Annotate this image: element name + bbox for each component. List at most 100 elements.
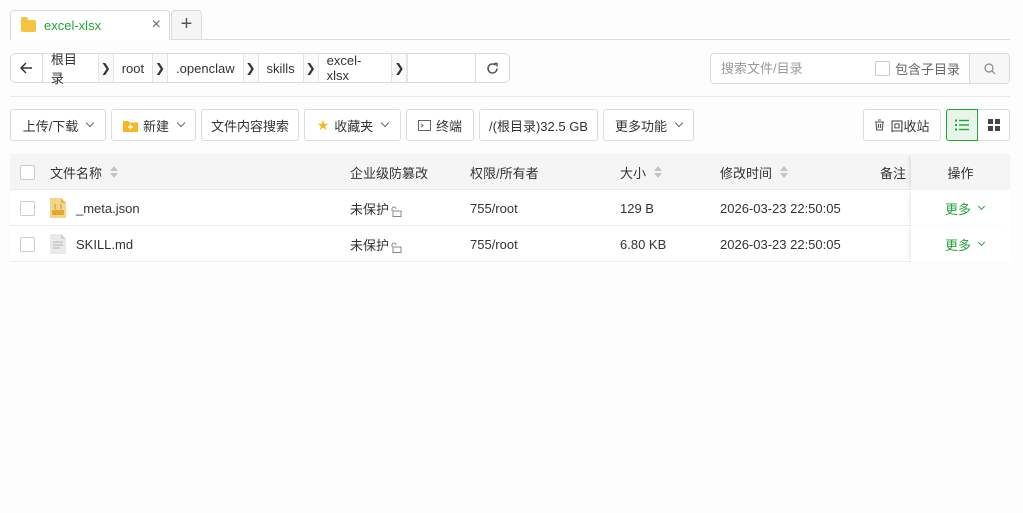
json-file-icon: { }: [50, 198, 66, 218]
terminal-button[interactable]: 终端: [406, 109, 474, 141]
header-perm: 权限/所有者: [470, 165, 539, 181]
chevron-down-icon: [176, 118, 186, 128]
select-all-cell: [20, 154, 40, 190]
include-subdir-checkbox[interactable]: [875, 61, 890, 76]
header-size-label: 大小: [620, 165, 647, 181]
tab-label: excel-xlsx: [44, 18, 102, 33]
mtime-cell: 2026-03-23 22:50:05: [720, 236, 841, 252]
size-cell: 6.80 KB: [620, 236, 667, 252]
add-tab-button[interactable]: +: [171, 10, 202, 40]
table-row[interactable]: { } _meta.json 未保护 755/root 129 B 2026-0…: [10, 190, 1010, 226]
breadcrumb-skills[interactable]: skills: [259, 54, 303, 82]
search-button[interactable]: [969, 54, 1009, 83]
refresh-icon: [487, 62, 498, 74]
folder-icon: [21, 16, 36, 32]
include-subdir-option[interactable]: 包含子目录: [875, 59, 960, 78]
list-view-button[interactable]: [946, 109, 978, 141]
recycle-bin-label: 回收站: [890, 118, 930, 134]
more-button[interactable]: 更多: [944, 235, 986, 254]
favorites-label: 收藏夹: [334, 118, 374, 134]
op-cell: 更多: [911, 190, 1010, 226]
table-row[interactable]: SKILL.md 未保护 755/root 6.80 KB 2026-03-23…: [10, 226, 1010, 262]
chevron-down-icon: [977, 238, 986, 247]
new-button[interactable]: 新建: [111, 109, 196, 141]
text-file-icon: [50, 234, 66, 254]
select-all-checkbox[interactable]: [20, 164, 35, 180]
svg-text:{ }: { }: [53, 204, 62, 210]
disk-button[interactable]: /(根目录)32.5 GB: [479, 109, 598, 141]
upload-download-label: 上传/下载: [22, 118, 79, 134]
tab-excel-xlsx[interactable]: excel-xlsx ×: [10, 10, 170, 41]
include-subdir-label: 包含子目录: [895, 62, 961, 77]
breadcrumb-root[interactable]: root: [114, 54, 152, 82]
header-mtime[interactable]: 修改时间: [720, 154, 789, 190]
grid-view-button[interactable]: [978, 109, 1010, 141]
row-select-cell: [20, 190, 40, 226]
path-bar: 根目录 ❯ root ❯ .openclaw ❯ skills ❯ excel-…: [10, 52, 510, 86]
terminal-icon: [417, 119, 431, 131]
file-name-cell[interactable]: { } _meta.json: [50, 190, 140, 226]
disk-label: /(根目录)32.5 GB: [489, 118, 588, 134]
mtime-cell: 2026-03-23 22:50:05: [720, 200, 841, 216]
favorites-button[interactable]: ★ 收藏夹: [304, 109, 401, 141]
header-tamper: 企业级防篡改: [350, 165, 429, 181]
file-name[interactable]: SKILL.md: [76, 237, 133, 252]
chevron-right-icon[interactable]: ❯: [152, 54, 169, 82]
more-label: 更多: [944, 201, 971, 217]
header-name-label: 文件名称: [50, 165, 103, 181]
row-select-cell: [20, 226, 40, 262]
content-search-label: 文件内容搜索: [210, 118, 289, 134]
header-name[interactable]: 文件名称: [50, 154, 119, 190]
table-header: 文件名称 企业级防篡改 权限/所有者 大小 修改时间 备注 操作: [10, 154, 1010, 190]
tamper-cell[interactable]: 未保护: [350, 190, 402, 226]
new-folder-icon: [122, 120, 138, 132]
list-icon: [955, 119, 969, 131]
tamper-status: 未保护: [350, 237, 390, 253]
more-functions-button[interactable]: 更多功能: [603, 109, 694, 141]
recycle-bin-button[interactable]: 回收站: [863, 109, 941, 141]
path-input[interactable]: [407, 54, 475, 82]
unlock-icon[interactable]: [391, 206, 402, 217]
search-box: 包含子目录: [710, 53, 1010, 84]
sort-icon[interactable]: [780, 166, 789, 178]
perm-cell[interactable]: 755/root: [470, 190, 518, 226]
chevron-right-icon[interactable]: ❯: [391, 54, 408, 82]
content-search-button[interactable]: 文件内容搜索: [201, 109, 299, 141]
file-table: 文件名称 企业级防篡改 权限/所有者 大小 修改时间 备注 操作 { } _me…: [10, 154, 1010, 262]
more-button[interactable]: 更多: [944, 199, 986, 218]
refresh-button[interactable]: [475, 54, 509, 82]
size-cell: 129 B: [620, 200, 654, 216]
op-cell: 更多: [911, 226, 1010, 262]
chevron-down-icon: [977, 202, 986, 211]
tamper-cell[interactable]: 未保护: [350, 226, 402, 262]
breadcrumb-openclaw[interactable]: .openclaw: [168, 54, 243, 82]
row-checkbox[interactable]: [20, 236, 35, 252]
header-size[interactable]: 大小: [620, 154, 663, 190]
tab-bar: excel-xlsx × +: [10, 10, 1010, 41]
back-button[interactable]: [11, 54, 43, 82]
chevron-right-icon[interactable]: ❯: [302, 54, 319, 82]
header-note: 备注: [880, 165, 907, 181]
chevron-right-icon[interactable]: ❯: [242, 54, 259, 82]
file-name-cell[interactable]: SKILL.md: [50, 226, 133, 262]
more-label: 更多: [944, 237, 971, 253]
header-op: 操作: [911, 154, 1010, 190]
tamper-status: 未保护: [350, 201, 390, 217]
row-checkbox[interactable]: [20, 200, 35, 216]
file-name[interactable]: _meta.json: [76, 201, 140, 216]
terminal-label: 终端: [435, 118, 462, 134]
chevron-down-icon: [674, 118, 684, 128]
sort-icon[interactable]: [654, 166, 663, 178]
search-input[interactable]: [711, 54, 869, 83]
breadcrumb: 根目录 ❯ root ❯ .openclaw ❯ skills ❯ excel-…: [43, 52, 475, 86]
perm-cell[interactable]: 755/root: [470, 226, 518, 262]
header-mtime-label: 修改时间: [720, 165, 773, 181]
breadcrumb-root-dir[interactable]: 根目录: [43, 52, 98, 86]
chevron-right-icon[interactable]: ❯: [97, 54, 114, 82]
unlock-icon[interactable]: [391, 242, 402, 253]
breadcrumb-excel-xlsx[interactable]: excel-xlsx: [319, 53, 392, 83]
close-icon[interactable]: ×: [152, 17, 161, 33]
sort-icon[interactable]: [110, 166, 119, 178]
arrow-left-icon: [19, 62, 32, 74]
upload-download-button[interactable]: 上传/下载: [10, 109, 106, 141]
